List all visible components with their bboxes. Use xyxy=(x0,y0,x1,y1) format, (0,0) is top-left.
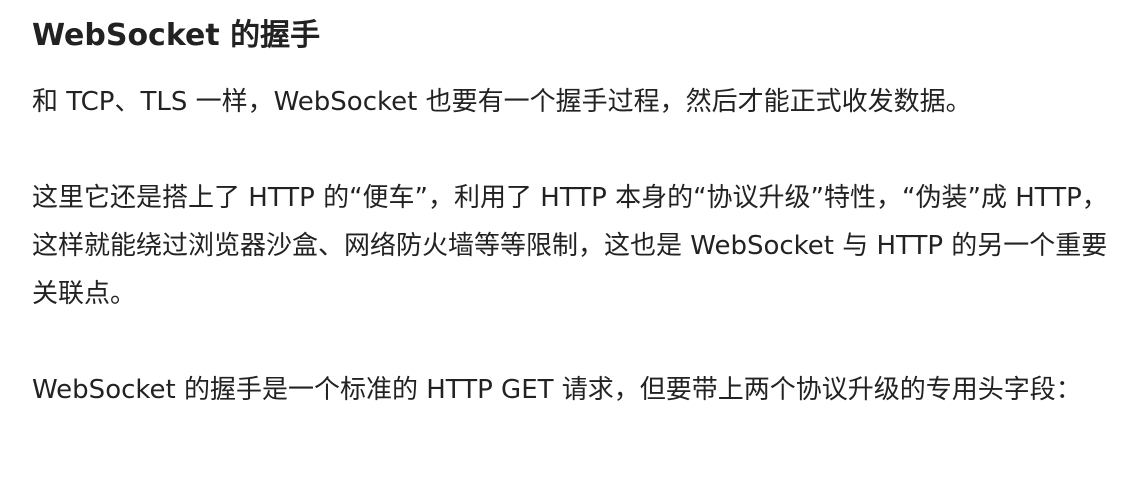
paragraph-handshake-intro: 和 TCP、TLS 一样，WebSocket 也要有一个握手过程，然后才能正式收… xyxy=(32,87,972,117)
section-heading: WebSocket 的握手 xyxy=(32,18,321,53)
article-content: WebSocket 的握手 和 TCP、TLS 一样，WebSocket 也要有… xyxy=(32,12,1122,414)
paragraph-http-upgrade: 这里它还是搭上了 HTTP 的“便车”，利用了 HTTP 本身的“协议升级”特性… xyxy=(32,183,1108,309)
paragraph-get-request: WebSocket 的握手是一个标准的 HTTP GET 请求，但要带上两个协议… xyxy=(32,375,1082,405)
